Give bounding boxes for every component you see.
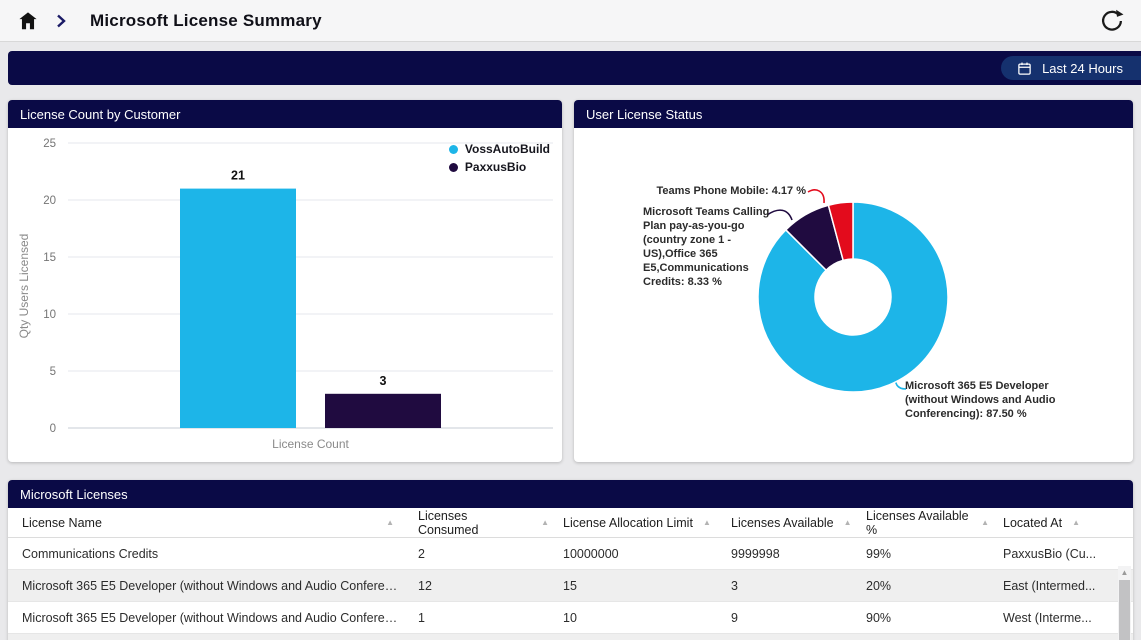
bar-PaxxusBio[interactable] — [325, 394, 441, 428]
sort-ascending-icon[interactable]: ▲ — [844, 519, 852, 527]
legend-label: VossAutoBuild — [465, 142, 550, 156]
time-range-button[interactable]: Last 24 Hours — [1001, 56, 1141, 80]
table-cell: 1 — [404, 611, 549, 625]
breadcrumb-chevron-icon — [54, 14, 68, 28]
table-row[interactable]: Communications Credits210000000999999899… — [8, 538, 1133, 570]
sort-ascending-icon[interactable]: ▲ — [541, 519, 549, 527]
sort-ascending-icon[interactable]: ▲ — [386, 519, 394, 527]
sort-ascending-icon[interactable]: ▲ — [1072, 519, 1080, 527]
table-cell: Microsoft 365 E5 Developer (without Wind… — [8, 611, 404, 625]
scrollbar-up-arrow-icon[interactable]: ▲ — [1118, 568, 1131, 577]
donut-label-m365-e5: Microsoft 365 E5 Developer (without Wind… — [905, 379, 1057, 421]
column-header-label: Licenses Available — [731, 516, 834, 530]
table-cell: 15 — [549, 579, 717, 593]
table-row[interactable]: Microsoft 365 E5 Developer (without Wind… — [8, 570, 1133, 602]
panel-title: User License Status — [586, 107, 702, 122]
table-cell: 99% — [852, 547, 989, 561]
table-cell: Communications Credits — [8, 547, 404, 561]
column-header-label: License Name — [22, 516, 102, 530]
home-icon[interactable] — [16, 9, 40, 33]
table-column-headers: License Name▲Licenses Consumed▲License A… — [8, 508, 1133, 538]
table-cell: West (Interme... — [989, 611, 1133, 625]
column-header-licenses-consumed[interactable]: Licenses Consumed ▲ — [404, 509, 549, 537]
panel-microsoft-licenses: Microsoft Licenses License Name▲Licenses… — [8, 480, 1133, 640]
sort-ascending-icon[interactable]: ▲ — [981, 519, 989, 527]
column-header-label: License Allocation Limit — [563, 516, 693, 530]
column-header-licenses-available[interactable]: Licenses Available ▲ — [717, 516, 852, 530]
table-cell: East (Intermed... — [989, 579, 1133, 593]
donut-chart-area: Teams Phone Mobile: 4.17 % Microsoft Tea… — [574, 128, 1133, 462]
y-tick-label: 20 — [43, 195, 56, 207]
table-cell: Microsoft 365 E5 Developer (without Wind… — [8, 579, 404, 593]
licenses-table: License Name▲Licenses Consumed▲License A… — [8, 508, 1133, 640]
column-header-label: Licenses Available % — [866, 509, 971, 537]
panel-title: License Count by Customer — [20, 107, 180, 122]
table-cell: 90% — [852, 611, 989, 625]
table-rows: Communications Credits210000000999999899… — [8, 538, 1133, 640]
panel-user-license-status: User License Status Teams Phone Mobile: … — [574, 100, 1133, 462]
y-tick-label: 25 — [43, 138, 56, 150]
column-header-label: Located At — [1003, 516, 1062, 530]
y-tick-label: 10 — [43, 309, 56, 321]
legend-item-VossAutoBuild[interactable]: VossAutoBuild — [449, 142, 550, 156]
sort-ascending-icon[interactable]: ▲ — [703, 519, 711, 527]
table-cell: 3 — [717, 579, 852, 593]
time-range-label: Last 24 Hours — [1042, 61, 1123, 76]
panel-license-count-by-customer: License Count by Customer 0 5 10 15 20 25 21 3 L… — [8, 100, 562, 462]
bar-chart-area: 0 5 10 15 20 25 21 3 License Count Qty Users Lice… — [8, 128, 562, 462]
column-header-label: Licenses Consumed — [418, 509, 531, 537]
connector-teams-phone-mobile — [808, 190, 824, 203]
page-title: Microsoft License Summary — [90, 11, 322, 31]
bar-VossAutoBuild[interactable] — [180, 189, 296, 428]
y-tick-label: 0 — [50, 423, 56, 435]
bar-chart: 0 5 10 15 20 25 21 3 License Count Qty Users Lice… — [8, 128, 562, 462]
column-header-license-allocation-limit[interactable]: License Allocation Limit ▲ — [549, 516, 717, 530]
x-axis-label: License Count — [272, 437, 349, 451]
donut-label-calling-plan: Microsoft Teams Calling Plan pay-as-you-… — [643, 205, 783, 289]
y-tick-label: 15 — [43, 252, 56, 264]
legend-label: PaxxusBio — [465, 160, 526, 174]
calendar-icon — [1017, 61, 1032, 76]
panel-title-bar: Microsoft Licenses — [8, 480, 1133, 508]
table-cell: 20% — [852, 579, 989, 593]
chart-legend: VossAutoBuild PaxxusBio — [449, 142, 550, 174]
table-row[interactable]: Microsoft 365 E5 Developer (without Wind… — [8, 602, 1133, 634]
legend-dot-icon — [449, 145, 458, 154]
table-cell: 2 — [404, 547, 549, 561]
column-header-located-at[interactable]: Located At ▲ — [989, 516, 1133, 530]
bar-value-label: 3 — [380, 374, 387, 388]
table-cell: 9999998 — [717, 547, 852, 561]
table-scrollbar[interactable]: ▲ — [1118, 566, 1131, 640]
table-cell: 12 — [404, 579, 549, 593]
panel-title-bar: User License Status — [574, 100, 1133, 128]
table-cell: PaxxusBio (Cu... — [989, 547, 1133, 561]
column-header-licenses-available-[interactable]: Licenses Available % ▲ — [852, 509, 989, 537]
table-cell: 10000000 — [549, 547, 717, 561]
y-tick-label: 5 — [50, 366, 56, 378]
table-cell: 9 — [717, 611, 852, 625]
top-bar: Microsoft License Summary — [0, 0, 1141, 42]
refresh-icon[interactable] — [1099, 8, 1125, 34]
scrollbar-thumb[interactable] — [1119, 580, 1130, 640]
table-row-partial[interactable] — [8, 634, 1133, 640]
table-cell: 10 — [549, 611, 717, 625]
legend-dot-icon — [449, 163, 458, 172]
filter-ribbon: Last 24 Hours — [8, 51, 1141, 85]
panel-title-bar: License Count by Customer — [8, 100, 562, 128]
donut-label-teams-phone-mobile: Teams Phone Mobile: 4.17 % — [656, 184, 806, 198]
column-header-license-name[interactable]: License Name ▲ — [8, 516, 404, 530]
bar-value-label: 21 — [231, 169, 245, 183]
panel-title: Microsoft Licenses — [20, 487, 128, 502]
legend-item-PaxxusBio[interactable]: PaxxusBio — [449, 160, 550, 174]
y-axis-label: Qty Users Licensed — [17, 234, 31, 339]
